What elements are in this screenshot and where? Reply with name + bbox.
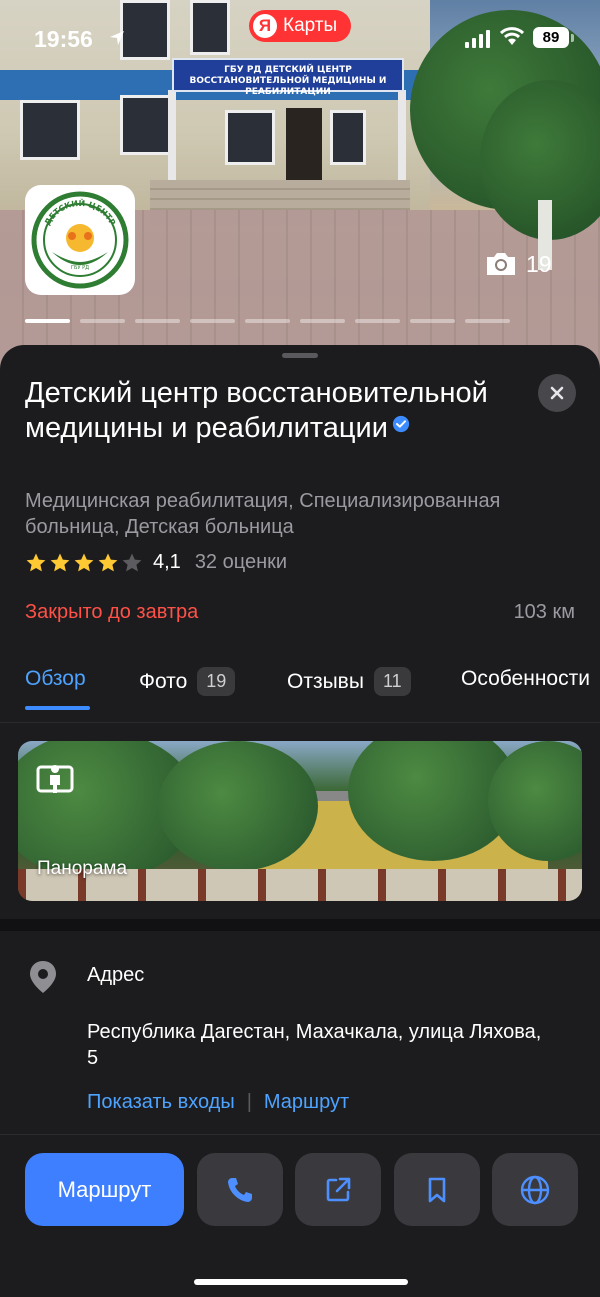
address-text[interactable]: Республика Дагестан, Махачкала, улица Ля… bbox=[87, 1019, 557, 1071]
yandex-maps-label: Карты bbox=[283, 15, 338, 36]
tab-active-indicator bbox=[25, 706, 90, 710]
photo-progress bbox=[25, 319, 510, 323]
show-entrances-link[interactable]: Показать входы bbox=[87, 1091, 235, 1114]
bookmark-icon bbox=[428, 1177, 446, 1202]
open-status: Закрыто до завтра bbox=[25, 601, 199, 623]
website-button[interactable] bbox=[492, 1153, 578, 1226]
progress-segment bbox=[300, 319, 345, 323]
sheet-grabber[interactable] bbox=[282, 353, 318, 358]
close-icon bbox=[550, 386, 564, 400]
progress-segment bbox=[245, 319, 290, 323]
photo-count-value: 19 bbox=[526, 250, 552, 277]
place-sheet: Детский центр восстановительной медицины… bbox=[0, 345, 600, 1297]
place-logo-image: ГБУ РД ДЕТСКИЙ ЦЕНТР bbox=[31, 191, 129, 289]
call-button[interactable] bbox=[197, 1153, 283, 1226]
progress-segment bbox=[135, 319, 180, 323]
progress-segment bbox=[25, 319, 70, 323]
section-divider bbox=[0, 919, 600, 931]
link-separator: | bbox=[246, 1091, 252, 1113]
tab-badge: 19 bbox=[197, 667, 236, 696]
bookmark-button[interactable] bbox=[394, 1153, 480, 1226]
place-logo[interactable]: ГБУ РД ДЕТСКИЙ ЦЕНТР bbox=[25, 185, 135, 295]
pano-tree bbox=[158, 741, 318, 871]
tab-features[interactable]: Особенности bbox=[461, 667, 590, 691]
hero-window bbox=[20, 100, 80, 160]
close-button[interactable] bbox=[538, 374, 576, 412]
route-button[interactable]: Маршрут bbox=[25, 1153, 184, 1226]
share-icon bbox=[326, 1177, 351, 1201]
progress-segment bbox=[355, 319, 400, 323]
address-label: Адрес bbox=[87, 964, 145, 986]
address-links: Показать входы | Маршрут bbox=[87, 1091, 349, 1114]
address-section: Адрес Республика Дагестан, Махачкала, ул… bbox=[0, 931, 600, 1135]
phone-icon bbox=[228, 1177, 252, 1202]
action-bar: Маршрут bbox=[0, 1153, 600, 1227]
star-filled-icon bbox=[26, 553, 46, 571]
progress-segment bbox=[465, 319, 510, 323]
rating-value: 4,1 bbox=[153, 551, 181, 573]
tab-label: Отзывы bbox=[287, 669, 364, 693]
place-title-text: Детский центр восстановительной медицины… bbox=[25, 377, 488, 444]
share-button[interactable] bbox=[295, 1153, 381, 1226]
camera-icon bbox=[487, 253, 515, 275]
globe-icon bbox=[520, 1175, 550, 1204]
photo-count[interactable]: 19 bbox=[484, 250, 552, 278]
yandex-logo: Я bbox=[253, 14, 277, 38]
rating-count: 32 оценки bbox=[194, 551, 288, 573]
panorama-card[interactable]: Панорама bbox=[18, 741, 582, 901]
cellular-signal-icon bbox=[465, 30, 490, 48]
tab-bar: Обзор Фото 19 Отзывы 11 Особенности bbox=[0, 657, 600, 723]
home-indicator[interactable] bbox=[194, 1279, 408, 1285]
wifi-icon bbox=[500, 27, 524, 45]
distance: 103 км bbox=[513, 601, 575, 623]
progress-segment bbox=[410, 319, 455, 323]
place-categories: Медицинская реабилитация, Специализирова… bbox=[25, 490, 501, 538]
verified-badge-icon bbox=[392, 415, 410, 433]
battery-indicator: 89 bbox=[533, 27, 569, 48]
place-title: Детский центр восстановительной медицины… bbox=[25, 376, 525, 446]
tab-overview[interactable]: Обзор bbox=[25, 667, 86, 691]
progress-segment bbox=[80, 319, 125, 323]
star-filled-icon bbox=[50, 553, 70, 571]
hero-window bbox=[330, 110, 366, 165]
hero-window bbox=[225, 110, 275, 165]
panorama-label: Панорама bbox=[37, 858, 128, 879]
hero-pillar bbox=[168, 90, 176, 190]
tab-badge: 11 bbox=[373, 667, 411, 696]
battery-tip bbox=[571, 34, 574, 42]
svg-text:ГБУ РД: ГБУ РД bbox=[71, 265, 89, 271]
route-link[interactable]: Маршрут bbox=[264, 1091, 349, 1114]
tab-reviews[interactable]: Отзывы 11 bbox=[287, 667, 411, 696]
tab-label: Фото bbox=[139, 669, 188, 693]
yandex-maps-pill[interactable]: Я Карты bbox=[249, 10, 352, 42]
tab-label: Обзор bbox=[25, 667, 86, 690]
status-time: 19:56 bbox=[34, 26, 93, 52]
progress-segment bbox=[190, 319, 235, 323]
panorama-icon bbox=[36, 765, 74, 793]
tab-photos[interactable]: Фото 19 bbox=[139, 667, 236, 696]
status-bar: 19:56 Я Карты 89 bbox=[0, 0, 600, 80]
star-filled-icon bbox=[98, 553, 118, 571]
star-empty-icon bbox=[122, 553, 142, 571]
location-arrow-icon bbox=[110, 31, 124, 45]
rating-stars bbox=[25, 552, 143, 574]
hero-door bbox=[286, 108, 322, 186]
location-pin-icon bbox=[30, 961, 56, 993]
tab-label: Особенности bbox=[461, 667, 590, 690]
star-filled-icon bbox=[74, 553, 94, 571]
rating-row[interactable]: 4,1 32 оценки bbox=[25, 551, 287, 574]
